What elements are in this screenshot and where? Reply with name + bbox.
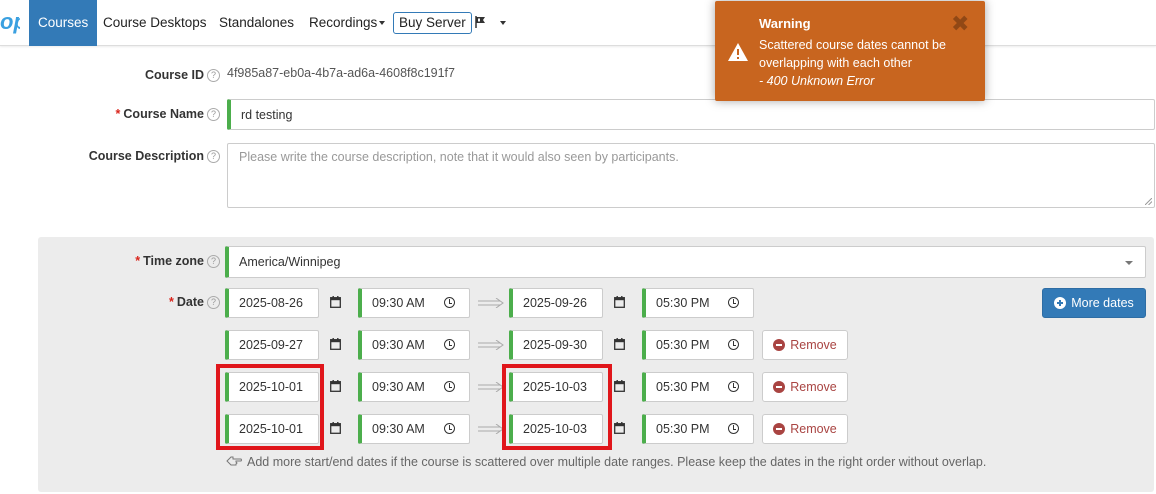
minus-circle-icon [773, 381, 786, 393]
buy-server-button[interactable]: Buy Server [393, 12, 472, 34]
time-zone-value: America/Winnipeg [239, 255, 341, 269]
toast-message: Scattered course dates cannot be overlap… [759, 36, 974, 90]
start-date-highlight [216, 364, 324, 450]
calendar-icon[interactable] [330, 380, 341, 392]
course-description-placeholder: Please write the course description, not… [239, 150, 679, 164]
nav-standalones[interactable]: Standalones [219, 0, 294, 46]
toast-message-text: Scattered course dates cannot be overlap… [759, 38, 946, 70]
brand-logo[interactable]: op [0, 9, 20, 35]
chevron-down-icon [1125, 261, 1133, 265]
course-name-label: * Course Name? [40, 107, 220, 121]
plus-circle-icon [1054, 297, 1067, 309]
arrow-right-icon [478, 424, 504, 434]
end-date-input[interactable]: 2025-09-30 [509, 330, 603, 360]
more-dates-label: More dates [1071, 296, 1134, 310]
warning-toast[interactable]: Warning Scattered course dates cannot be… [715, 1, 985, 101]
chevron-down-icon [379, 21, 386, 26]
more-dates-button[interactable]: More dates [1042, 288, 1146, 318]
help-icon[interactable]: ? [207, 69, 220, 82]
clock-icon[interactable] [728, 423, 739, 434]
clock-icon[interactable] [444, 339, 455, 350]
course-description-label-text: Course Description [88, 149, 204, 163]
course-name-input[interactable]: rd testing [227, 99, 1155, 130]
warning-triangle-icon [728, 43, 748, 61]
chevron-down-icon [500, 21, 506, 25]
nav-courses[interactable]: Courses [29, 0, 98, 46]
help-icon[interactable]: ? [207, 296, 220, 309]
remove-date-button[interactable]: Remove [762, 414, 848, 444]
help-icon[interactable]: ? [207, 150, 220, 163]
calendar-icon[interactable] [330, 422, 341, 434]
required-mark: * [169, 295, 174, 309]
language-flag-icon [475, 16, 485, 28]
course-id-label-text: Course ID [144, 68, 204, 82]
clock-icon[interactable] [728, 339, 739, 350]
nav-course-desktops[interactable]: Course Desktops [103, 0, 207, 46]
course-name-label-text: Course Name [123, 107, 204, 121]
arrow-right-icon [478, 340, 504, 350]
required-mark: * [115, 107, 121, 121]
time-zone-label: * Time zone? [40, 254, 220, 268]
time-zone-select[interactable]: America/Winnipeg [225, 246, 1146, 278]
date-hint: Add more start/end dates if the course i… [226, 455, 986, 469]
close-icon[interactable]: ✖ [951, 13, 969, 35]
date-hint-text: Add more start/end dates if the course i… [247, 455, 987, 469]
language-dropdown[interactable] [474, 13, 506, 33]
remove-date-button[interactable]: Remove [762, 372, 848, 402]
clock-icon[interactable] [444, 423, 455, 434]
remove-label: Remove [790, 380, 837, 394]
minus-circle-icon [773, 339, 786, 351]
course-id-label: Course ID? [40, 68, 220, 82]
toast-error-text: - 400 Unknown Error [759, 74, 875, 88]
date-label: * Date? [40, 295, 220, 309]
start-date-input[interactable]: 2025-09-27 [225, 330, 319, 360]
clock-icon[interactable] [728, 381, 739, 392]
clock-icon[interactable] [444, 381, 455, 392]
course-id-value: 4f985a87-eb0a-4b7a-ad6a-4608f8c191f7 [227, 66, 455, 80]
resize-grip-icon[interactable] [1145, 198, 1152, 205]
end-date-highlight [502, 364, 612, 450]
remove-date-button[interactable]: Remove [762, 330, 848, 360]
calendar-icon[interactable] [614, 422, 625, 434]
end-date-input[interactable]: 2025-09-26 [509, 288, 603, 318]
calendar-icon[interactable] [614, 338, 625, 350]
remove-label: Remove [790, 422, 837, 436]
toast-title: Warning [759, 16, 811, 31]
arrow-right-icon [478, 382, 504, 392]
minus-circle-icon [773, 423, 786, 435]
clock-icon[interactable] [728, 297, 739, 308]
remove-label: Remove [790, 338, 837, 352]
clock-icon[interactable] [444, 297, 455, 308]
calendar-icon[interactable] [330, 338, 341, 350]
required-mark: * [135, 254, 141, 268]
help-icon[interactable]: ? [207, 255, 220, 268]
course-description-label: Course Description? [40, 149, 220, 163]
calendar-icon[interactable] [330, 296, 341, 308]
calendar-icon[interactable] [614, 296, 625, 308]
help-icon[interactable]: ? [207, 108, 220, 121]
time-zone-label-text: Time zone [143, 254, 204, 268]
pointing-hand-icon [226, 456, 242, 466]
date-label-text: Date [176, 295, 204, 309]
nav-recordings-label: Recordings [309, 15, 378, 30]
arrow-right-icon [478, 298, 504, 308]
course-description-textarea[interactable]: Please write the course description, not… [227, 143, 1155, 208]
start-date-input[interactable]: 2025-08-26 [225, 288, 319, 318]
calendar-icon[interactable] [614, 380, 625, 392]
nav-recordings[interactable]: Recordings [309, 0, 386, 46]
